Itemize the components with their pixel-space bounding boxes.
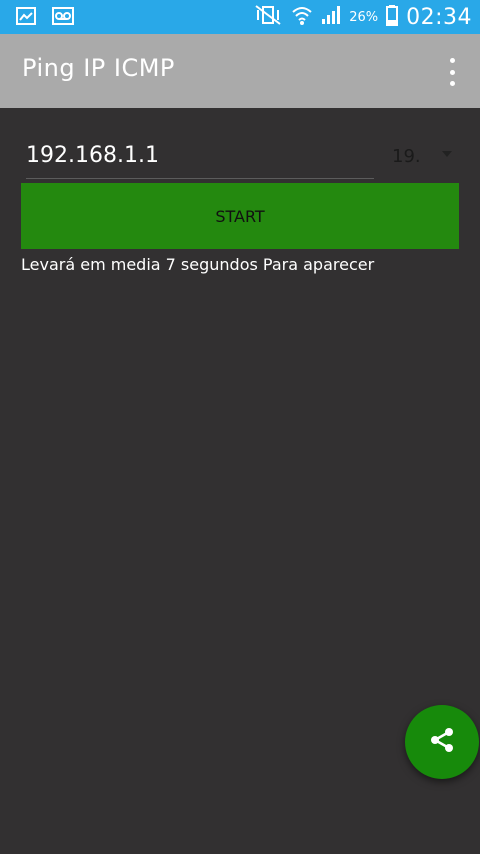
hint-text: Levará em media 7 segundos Para aparecer (21, 255, 375, 274)
status-bar-right: 26% 02:34 (253, 3, 472, 31)
vibrate-mute-icon (253, 4, 283, 30)
share-icon (427, 725, 457, 759)
share-button[interactable] (405, 705, 479, 779)
status-bar-left (16, 7, 74, 25)
ping-count-value: 19. (392, 146, 421, 167)
battery-percent: 26% (349, 9, 379, 25)
ping-count-select[interactable]: 19. (392, 140, 460, 176)
image-notification-icon (16, 7, 36, 25)
signal-icon (321, 5, 341, 29)
app-bar: Ping IP ICMP (0, 34, 480, 108)
status-time: 02:34 (406, 4, 472, 30)
app-title: Ping IP ICMP (22, 54, 175, 82)
overflow-menu-icon[interactable] (442, 58, 462, 86)
ip-address-input[interactable] (26, 136, 374, 179)
battery-icon (386, 4, 399, 30)
voicemail-icon (52, 7, 74, 25)
dropdown-arrow-icon (442, 151, 452, 157)
wifi-icon (291, 4, 313, 30)
status-bar: 26% 02:34 (0, 0, 480, 34)
start-button[interactable]: START (21, 183, 459, 249)
